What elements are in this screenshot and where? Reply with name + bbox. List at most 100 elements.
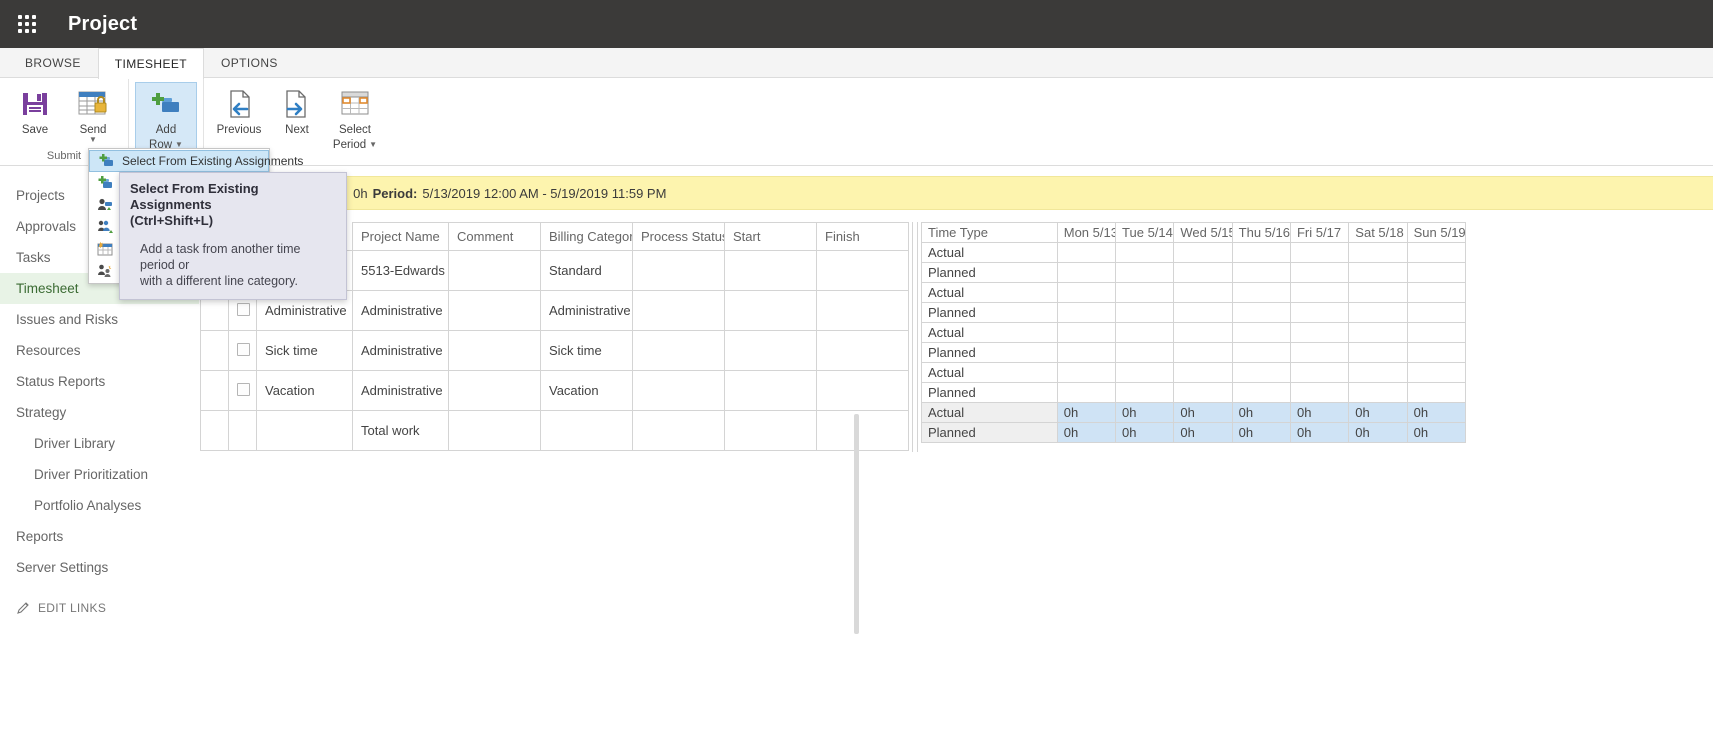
cell-hours[interactable]: [1348, 322, 1408, 343]
cell-hours[interactable]: [1056, 342, 1117, 363]
cell-comment[interactable]: [448, 290, 541, 331]
cell-hours[interactable]: [1406, 322, 1467, 343]
add-row-button[interactable]: Add Row ▼: [135, 82, 197, 154]
cell-hours[interactable]: [1115, 362, 1175, 383]
sidebar-item-issues-and-risks[interactable]: Issues and Risks: [0, 304, 199, 335]
cell-hours[interactable]: 0h: [1056, 402, 1117, 423]
cell-hours[interactable]: [1231, 242, 1291, 263]
cell-hours[interactable]: [1056, 302, 1117, 323]
cell-project-name[interactable]: Administrative: [352, 370, 449, 411]
previous-button[interactable]: Previous: [210, 82, 268, 139]
cell-hours[interactable]: [1056, 262, 1117, 283]
cell-hours[interactable]: 0h: [1406, 402, 1467, 423]
menu-item-select-from-existing-assignments[interactable]: Select From Existing Assignments: [89, 150, 303, 172]
save-button[interactable]: Save: [6, 82, 64, 139]
col-header-tue[interactable]: Tue 5/14: [1115, 222, 1175, 243]
chevron-down-icon[interactable]: ▼: [89, 136, 97, 144]
cell-hours[interactable]: 0h: [1115, 422, 1175, 443]
cell-hours[interactable]: [1406, 382, 1467, 403]
cell-hours[interactable]: 0h: [1173, 402, 1233, 423]
cell-hours[interactable]: 0h: [1289, 402, 1350, 423]
cell-hours[interactable]: [1115, 342, 1175, 363]
cell-hours[interactable]: [1115, 282, 1175, 303]
cell-hours[interactable]: 0h: [1406, 422, 1467, 443]
col-header-billing-category[interactable]: Billing Category: [540, 222, 633, 251]
cell-finish[interactable]: [816, 330, 909, 371]
cell-comment[interactable]: [448, 250, 541, 291]
cell-task-name[interactable]: Vacation: [256, 370, 353, 411]
cell-hours[interactable]: [1173, 302, 1233, 323]
cell-hours[interactable]: [1231, 382, 1291, 403]
cell-hours[interactable]: [1406, 262, 1467, 283]
col-header-time-type[interactable]: Time Type: [921, 222, 1058, 243]
cell-hours[interactable]: [1115, 322, 1175, 343]
chevron-down-icon[interactable]: ▼: [369, 141, 377, 149]
cell-start[interactable]: [724, 330, 817, 371]
app-launcher-icon[interactable]: [14, 11, 40, 37]
tab-browse[interactable]: BROWSE: [8, 48, 98, 77]
col-header-process-status[interactable]: Process Status: [632, 222, 725, 251]
cell-hours[interactable]: [1289, 362, 1350, 383]
col-header-mon[interactable]: Mon 5/13: [1056, 222, 1117, 243]
next-button[interactable]: Next: [268, 82, 326, 139]
cell-hours[interactable]: [1115, 242, 1175, 263]
cell-finish[interactable]: [816, 250, 909, 291]
cell-hours[interactable]: [1231, 302, 1291, 323]
cell-hours[interactable]: 0h: [1056, 422, 1117, 443]
cell-hours[interactable]: [1056, 382, 1117, 403]
cell-hours[interactable]: 0h: [1231, 422, 1291, 443]
cell-hours[interactable]: [1056, 322, 1117, 343]
cell-project-name[interactable]: 5513-Edwards B: [352, 250, 449, 291]
cell-hours[interactable]: [1406, 302, 1467, 323]
sidebar-item-reports[interactable]: Reports: [0, 521, 199, 552]
sidebar-item-resources[interactable]: Resources: [0, 335, 199, 366]
cell-process-status[interactable]: [632, 250, 725, 291]
cell-hours[interactable]: [1231, 342, 1291, 363]
sidebar-item-status-reports[interactable]: Status Reports: [0, 366, 199, 397]
col-header-sun[interactable]: Sun 5/19: [1406, 222, 1467, 243]
cell-finish[interactable]: [816, 290, 909, 331]
sidebar-item-driver-library[interactable]: Driver Library: [0, 428, 199, 459]
cell-hours[interactable]: [1056, 282, 1117, 303]
cell-comment[interactable]: [448, 330, 541, 371]
cell-hours[interactable]: [1289, 342, 1350, 363]
cell-start[interactable]: [724, 290, 817, 331]
cell-hours[interactable]: [1173, 262, 1233, 283]
row-handle[interactable]: [200, 330, 229, 371]
cell-process-status[interactable]: [632, 370, 725, 411]
col-header-sat[interactable]: Sat 5/18: [1348, 222, 1408, 243]
cell-billing-category[interactable]: Standard: [540, 250, 633, 291]
tab-timesheet[interactable]: TIMESHEET: [97, 48, 205, 79]
row-checkbox[interactable]: [237, 342, 250, 356]
cell-hours[interactable]: 0h: [1115, 402, 1175, 423]
cell-hours[interactable]: [1056, 242, 1117, 263]
row-checkbox-cell[interactable]: [228, 370, 257, 411]
col-header-comment[interactable]: Comment: [448, 222, 541, 251]
cell-hours[interactable]: [1289, 282, 1350, 303]
row-handle[interactable]: [200, 370, 229, 411]
cell-hours[interactable]: [1173, 342, 1233, 363]
cell-hours[interactable]: [1406, 362, 1467, 383]
cell-hours[interactable]: [1348, 242, 1408, 263]
cell-hours[interactable]: [1173, 322, 1233, 343]
cell-hours[interactable]: [1348, 362, 1408, 383]
row-checkbox[interactable]: [237, 382, 250, 396]
cell-hours[interactable]: [1173, 282, 1233, 303]
col-header-finish[interactable]: Finish: [816, 222, 909, 251]
cell-hours[interactable]: [1115, 302, 1175, 323]
col-header-project-name[interactable]: Project Name: [352, 222, 449, 251]
cell-hours[interactable]: [1231, 322, 1291, 343]
send-button[interactable]: Send ▼: [64, 82, 122, 147]
cell-hours[interactable]: [1231, 362, 1291, 383]
cell-project-name[interactable]: Administrative: [352, 290, 449, 331]
cell-hours[interactable]: [1348, 262, 1408, 283]
row-checkbox-cell[interactable]: [228, 330, 257, 371]
cell-finish[interactable]: [816, 370, 909, 411]
cell-comment[interactable]: [448, 370, 541, 411]
cell-start[interactable]: [724, 250, 817, 291]
cell-hours[interactable]: [1173, 362, 1233, 383]
cell-hours[interactable]: [1406, 242, 1467, 263]
sidebar-item-portfolio-analyses[interactable]: Portfolio Analyses: [0, 490, 199, 521]
cell-hours[interactable]: [1348, 302, 1408, 323]
sidebar-item-driver-prioritization[interactable]: Driver Prioritization: [0, 459, 199, 490]
